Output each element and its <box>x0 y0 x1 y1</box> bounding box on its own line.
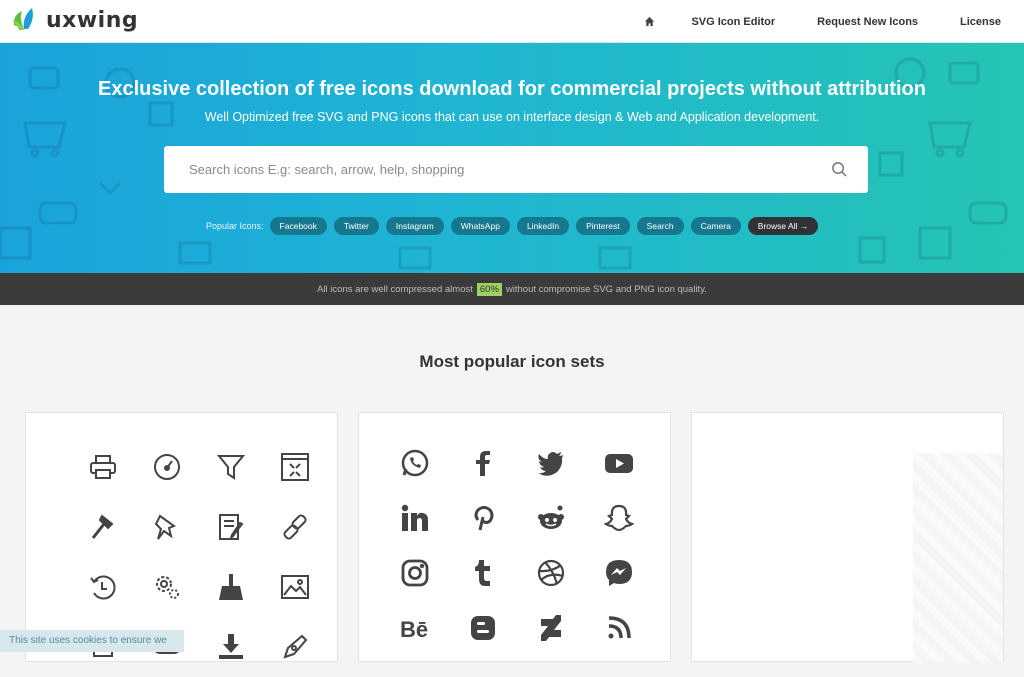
uxwing-logo-icon <box>12 8 33 30</box>
reddit-icon <box>517 490 585 545</box>
chip-linkedin[interactable]: LinkedIn <box>516 217 570 235</box>
browse-all-button[interactable]: Browse All → <box>747 217 819 235</box>
chip-pinterest[interactable]: Pinterest <box>576 217 630 235</box>
twitter-icon <box>517 435 585 490</box>
printer-icon <box>71 437 135 497</box>
nav-svg-icon-editor[interactable]: SVG Icon Editor <box>691 16 775 28</box>
logo[interactable]: uxwing <box>10 5 138 35</box>
image-icon <box>263 557 327 617</box>
whatsapp-icon <box>381 435 449 490</box>
behance-icon: Bē <box>381 600 449 655</box>
top-navbar: uxwing SVG Icon Editor Request New Icons… <box>0 0 1024 43</box>
chip-search[interactable]: Search <box>636 217 684 235</box>
card-placeholder <box>913 453 1003 663</box>
search-box <box>164 146 868 193</box>
search-input[interactable] <box>189 162 831 177</box>
rss-icon <box>585 600 653 655</box>
chip-facebook[interactable]: Facebook <box>269 217 327 235</box>
main-nav: SVG Icon Editor Request New Icons Licens… <box>641 0 1024 43</box>
hero-banner: Exclusive collection of free icons downl… <box>0 43 1024 273</box>
pin-icon <box>135 497 199 557</box>
deviantart-icon <box>517 600 585 655</box>
compression-badge: 60% <box>476 282 502 296</box>
icon-set-card-ui[interactable] <box>25 412 338 662</box>
tumblr-icon <box>449 545 517 600</box>
broom-icon <box>199 557 263 617</box>
notice-text-after: without compromise SVG and PNG icon qual… <box>505 283 707 295</box>
hero-title: Exclusive collection of free icons downl… <box>98 78 926 100</box>
icon-set-card-loading[interactable] <box>691 412 1004 663</box>
settings-icon <box>135 557 199 617</box>
chip-twitter[interactable]: Twitter <box>333 217 379 235</box>
download-icon <box>199 617 263 677</box>
chip-whatsapp[interactable]: WhatsApp <box>450 217 510 235</box>
pen-tool-icon <box>263 617 327 677</box>
instagram-icon <box>381 545 449 600</box>
dribbble-icon <box>517 545 585 600</box>
logo-text: uxwing <box>46 7 139 33</box>
messenger-icon <box>585 545 653 600</box>
section-title: Most popular icon sets <box>419 352 605 371</box>
icon-set-card-social[interactable]: Bē <box>358 412 671 662</box>
linkedin-icon <box>381 490 449 545</box>
social-icon-grid: Bē <box>381 435 653 655</box>
cookie-notice: This site uses cookies to ensure we <box>0 630 184 652</box>
notice-text-before: All icons are well compressed almost <box>317 283 473 295</box>
speedometer-icon <box>135 437 199 497</box>
hero-subtitle: Well Optimized free SVG and PNG icons th… <box>204 110 820 124</box>
pinterest-icon <box>449 490 517 545</box>
svg-text:Bē: Bē <box>400 617 428 642</box>
history-icon <box>71 557 135 617</box>
home-icon[interactable] <box>641 14 657 30</box>
nav-license[interactable]: License <box>960 16 1001 28</box>
chip-camera[interactable]: Camera <box>690 217 741 235</box>
nav-request-new-icons[interactable]: Request New Icons <box>817 16 918 28</box>
popular-icons-label: Popular Icons: <box>206 221 264 231</box>
collapse-window-icon <box>263 437 327 497</box>
filter-icon <box>199 437 263 497</box>
chip-instagram[interactable]: Instagram <box>385 217 444 235</box>
edit-document-icon <box>199 497 263 557</box>
search-icon[interactable] <box>831 161 848 178</box>
compression-notice: All icons are well compressed almost 60%… <box>0 273 1024 305</box>
link-icon <box>263 497 327 557</box>
youtube-icon <box>585 435 653 490</box>
snapchat-icon <box>585 490 653 545</box>
hammer-icon <box>71 497 135 557</box>
blogger-icon <box>449 600 517 655</box>
facebook-icon <box>449 435 517 490</box>
popular-icons-row: Popular Icons: Facebook Twitter Instagra… <box>206 217 825 235</box>
